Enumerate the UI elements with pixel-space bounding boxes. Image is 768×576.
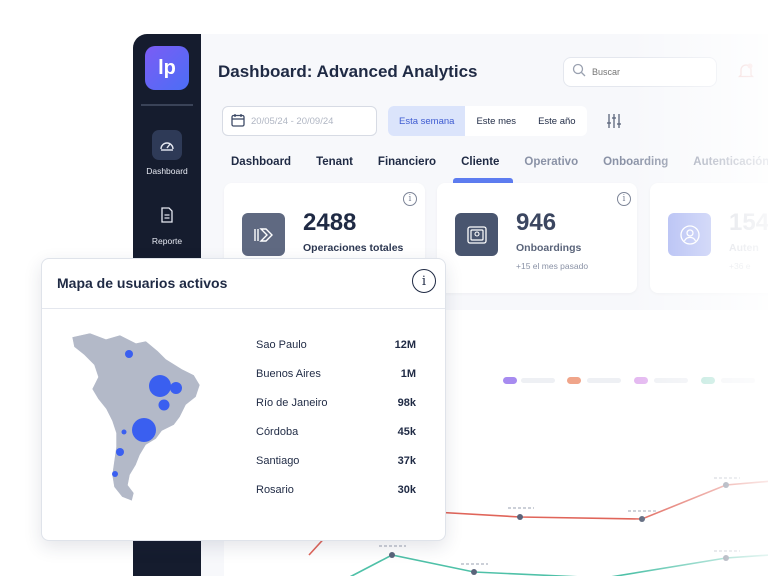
map-marker-sao-paulo: [149, 375, 171, 397]
period-button-month[interactable]: Este mes: [465, 106, 527, 136]
city-name: Córdoba: [256, 426, 299, 438]
date-range-value: 20/05/24 - 20/09/24: [251, 115, 334, 127]
red-series-point: [723, 482, 729, 488]
stat-value: 946: [516, 209, 557, 236]
city-name: Buenos Aires: [256, 368, 321, 380]
map-marker-rio-de-janeiro: [170, 382, 182, 394]
document-icon: [152, 200, 182, 230]
city-value: 45k: [397, 426, 416, 438]
calendar-icon: [231, 113, 245, 130]
city-value: 1M: [400, 368, 416, 380]
tab-operativo[interactable]: Operativo: [524, 156, 578, 168]
search-input[interactable]: [592, 67, 702, 77]
tab-autenticacion[interactable]: Autenticación: [693, 156, 768, 168]
sidebar-item-dashboard[interactable]: Dashboard: [133, 130, 201, 176]
city-name: Rosario: [256, 484, 294, 496]
stat-label: Operaciones totales: [303, 242, 404, 254]
south-america-map: [71, 332, 201, 502]
stat-subtext: +15 el mes pasado: [516, 261, 589, 271]
stat-label: Onboardings: [516, 242, 582, 254]
tab-label: Cliente: [461, 156, 500, 168]
map-marker-santiago: [112, 471, 118, 477]
tab-onboarding[interactable]: Onboarding: [603, 156, 668, 168]
tab-bar: Dashboard Tenant Financiero Cliente Oper…: [231, 156, 768, 183]
list-item: Rosario 30k: [256, 484, 416, 513]
search-icon: [572, 63, 586, 82]
stat-value: 2488: [303, 209, 357, 236]
stat-label: Auten: [729, 242, 759, 254]
city-value: 12M: [394, 339, 416, 351]
period-button-week[interactable]: Esta semana: [388, 106, 466, 136]
search-box[interactable]: [563, 57, 717, 87]
stat-subtext: +36 e: [729, 261, 751, 271]
tab-dashboard[interactable]: Dashboard: [231, 156, 291, 168]
tab-cliente[interactable]: Cliente: [453, 156, 514, 183]
list-item: Sao Paulo 12M: [256, 339, 416, 368]
red-series-point: [517, 514, 523, 520]
city-value: 30k: [397, 484, 416, 496]
card-divider: [42, 308, 445, 309]
list-item: Río de Janeiro 98k: [256, 397, 416, 426]
stat-card-autenticacion: 154 Auten +36 e: [650, 183, 768, 293]
map-marker-north: [125, 350, 133, 358]
info-icon[interactable]: i: [617, 192, 631, 206]
info-icon[interactable]: i: [412, 269, 436, 293]
page-title: Dashboard: Advanced Analytics: [218, 62, 478, 81]
map-marker-brasilia: [158, 399, 170, 411]
stat-value: 154: [729, 209, 768, 236]
teal-series-point: [389, 552, 395, 558]
city-name: Santiago: [256, 455, 300, 467]
city-value: 98k: [397, 397, 416, 409]
notification-bell-icon[interactable]: [737, 62, 755, 85]
period-button-year[interactable]: Este año: [527, 106, 587, 136]
sidebar-divider: [141, 104, 193, 106]
red-series-point: [639, 516, 645, 522]
teal-series-line: [349, 554, 768, 576]
city-list: Sao Paulo 12M Buenos Aires 1M Río de Jan…: [256, 339, 416, 513]
list-item: Córdoba 45k: [256, 426, 416, 455]
list-item: Santiago 37k: [256, 455, 416, 484]
tab-financiero[interactable]: Financiero: [378, 156, 436, 168]
city-name: Río de Janeiro: [256, 397, 328, 409]
info-icon[interactable]: i: [403, 192, 417, 206]
card-title: Mapa de usuarios activos: [57, 275, 228, 291]
south-america-shape: [71, 332, 201, 502]
app-logo[interactable]: lp: [145, 46, 189, 90]
teal-series-point: [723, 555, 729, 561]
arrow-right-icon: [242, 213, 285, 256]
period-toggle: Esta semana Este mes Este año: [388, 106, 587, 136]
date-range-picker[interactable]: 20/05/24 - 20/09/24: [222, 106, 377, 136]
map-marker-buenos-aires: [132, 418, 156, 442]
onboarding-frame-icon: [455, 213, 498, 256]
tab-tenant[interactable]: Tenant: [316, 156, 353, 168]
user-circle-icon: [668, 213, 711, 256]
sidebar-item-reporte[interactable]: Reporte: [133, 200, 201, 246]
city-name: Sao Paulo: [256, 339, 307, 351]
stat-card-onboardings: i 946 Onboardings +15 el mes pasado: [437, 183, 637, 293]
map-marker-rosario: [121, 429, 127, 435]
city-value: 37k: [397, 455, 416, 467]
active-users-map-card: Mapa de usuarios activos i Sao Paulo 12M…: [41, 258, 446, 541]
list-item: Buenos Aires 1M: [256, 368, 416, 397]
filter-sliders-icon[interactable]: [606, 113, 622, 134]
map-marker-cordoba: [116, 448, 124, 456]
sidebar-item-label: Reporte: [151, 236, 183, 246]
gauge-icon: [152, 130, 182, 160]
teal-series-point: [471, 569, 477, 575]
sidebar-item-label: Dashboard: [146, 166, 188, 176]
